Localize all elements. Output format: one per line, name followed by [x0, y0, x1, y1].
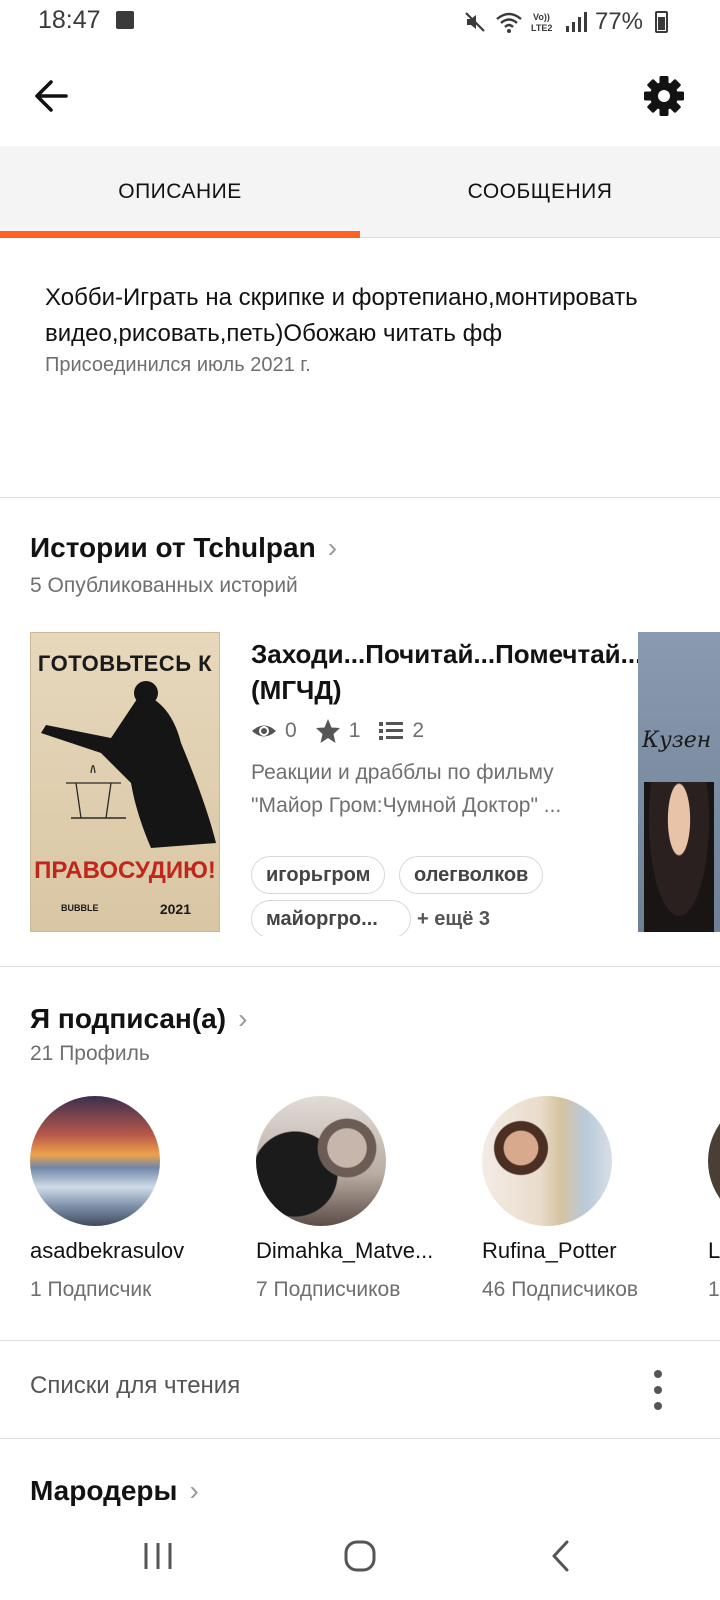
stories-count: 5 Опубликованных историй: [30, 574, 298, 597]
tag-chip[interactable]: игорьгром: [251, 856, 386, 894]
battery-level: 77%: [594, 8, 643, 35]
cover-illustration: [41, 681, 216, 848]
cover-year: 2021: [159, 901, 191, 917]
next-cover-text: Кузен: [642, 728, 712, 753]
about-text: Хобби-Играть на скрипке и фортепиано,мон…: [45, 284, 638, 347]
tab-messages-label: СООБЩЕНИЯ: [467, 180, 613, 203]
back-nav-icon: [552, 1540, 569, 1572]
next-cover-illustration: [644, 782, 714, 932]
tab-description[interactable]: ОПИСАНИЕ: [0, 146, 360, 238]
about-section: Хобби-Играть на скрипке и фортепиано,мон…: [45, 280, 645, 377]
back-nav-button[interactable]: [522, 1524, 602, 1588]
volte-icon: Vo))LTE2: [531, 12, 552, 33]
settings-button[interactable]: [636, 68, 692, 124]
signal-icon: [565, 12, 587, 32]
star-icon: [315, 719, 340, 743]
profile-name: Rufina_Potter: [482, 1238, 617, 1263]
avatar: [30, 1096, 160, 1226]
divider: [0, 497, 720, 498]
svg-text:Vo)): Vo)): [533, 12, 550, 22]
profile-name: L: [708, 1238, 720, 1263]
arrow-left-icon: [35, 80, 68, 112]
tag-chip[interactable]: майоргро...: [251, 900, 411, 936]
home-icon: [344, 1540, 376, 1572]
avatar: [708, 1096, 720, 1226]
svg-text:LTE2: LTE2: [531, 23, 552, 33]
votes-stat: 1: [315, 718, 361, 744]
kebab-dot: [654, 1402, 662, 1410]
profile-followers: 1 Подписчик: [30, 1278, 152, 1301]
profile-followers: 1: [708, 1278, 720, 1301]
cover-text-bottom: ПРАВОСУДИЮ!: [34, 857, 216, 884]
wifi-icon: [496, 12, 522, 33]
views-count: 0: [285, 719, 297, 742]
following-count: 21 Профиль: [30, 1042, 150, 1065]
tab-messages[interactable]: СООБЩЕНИЯ: [360, 146, 720, 238]
join-date: Присоединился июль 2021 г.: [45, 354, 311, 376]
chevron-right-icon: ›: [327, 532, 338, 563]
next-story-cover[interactable]: Кузен: [638, 632, 720, 932]
mute-icon: [465, 12, 485, 32]
more-options-button[interactable]: [646, 1370, 670, 1410]
more-tags-link[interactable]: + ещё 3: [417, 900, 490, 936]
reading-lists-row: Списки для чтения: [0, 1340, 720, 1438]
tab-description-label: ОПИСАНИЕ: [118, 180, 242, 203]
kebab-dot: [654, 1370, 662, 1378]
parts-stat: 2: [378, 718, 424, 744]
active-tab-indicator: [0, 231, 360, 238]
avatar: [256, 1096, 386, 1226]
profile-card[interactable]: L 1: [708, 1096, 720, 1302]
status-icons: Vo)) LTE2 77%: [463, 8, 668, 36]
profile-followers: 46 Подписчиков: [482, 1278, 639, 1301]
story-description: Реакции и драбблы по фильму "Майор Гром:…: [251, 761, 562, 817]
divider: [0, 1438, 720, 1439]
chevron-right-icon: ›: [238, 1003, 248, 1034]
profile-tabs: ОПИСАНИЕ СООБЩЕНИЯ: [0, 146, 720, 238]
story-cover[interactable]: ГОТОВЬТЕСЬ К ПРАВОСУДИЮ! BUBBLE 2021: [30, 632, 220, 932]
home-button[interactable]: [320, 1524, 400, 1588]
avatar: [482, 1096, 612, 1226]
chevron-right-icon: ›: [189, 1475, 199, 1506]
notification-check-icon: [116, 11, 134, 29]
profile-name: Dimahka_Matve...: [256, 1238, 434, 1263]
stories-title: Истории от Tchulpan: [30, 532, 316, 563]
profile-card[interactable]: Dimahka_Matve... 7 Подписчиков: [256, 1096, 456, 1302]
profile-card[interactable]: Rufina_Potter 46 Подписчиков: [482, 1096, 682, 1302]
story-title[interactable]: Заходи...Почитай...Помечтай...(МГЧД): [251, 636, 642, 708]
list-icon: [379, 722, 404, 740]
tag-chip[interactable]: олегволков: [399, 856, 544, 894]
status-bar: 18:47 Vo)) LTE2 77%: [0, 0, 720, 44]
reading-list-header[interactable]: Мародеры ›: [30, 1475, 199, 1507]
top-app-bar: [0, 50, 720, 146]
story-stats: 0 1 2: [251, 718, 434, 744]
views-stat: 0: [251, 718, 297, 744]
eye-icon: [252, 725, 276, 737]
system-nav-bar: [0, 1512, 720, 1600]
stories-header[interactable]: Истории от Tchulpan ›: [30, 532, 337, 564]
following-title: Я подписан(а): [30, 1003, 227, 1034]
recent-apps-icon: [144, 1543, 172, 1569]
cover-brand: BUBBLE: [61, 903, 99, 913]
story-tags: игорьгром олегволков майоргро... + ещё 3: [251, 856, 611, 936]
kebab-dot: [654, 1386, 662, 1394]
profile-name: asadbekrasulov: [30, 1238, 185, 1263]
battery-icon: [655, 11, 668, 33]
profile-followers: 7 Подписчиков: [256, 1278, 401, 1301]
reading-lists-label: Списки для чтения: [30, 1372, 241, 1399]
votes-count: 1: [348, 719, 361, 742]
following-header[interactable]: Я подписан(а) ›: [30, 1003, 247, 1035]
divider: [0, 966, 720, 967]
gear-icon: [644, 76, 684, 116]
reading-list-title: Мародеры: [30, 1475, 178, 1506]
status-time: 18:47: [38, 6, 101, 34]
recent-apps-button[interactable]: [118, 1524, 198, 1588]
back-button[interactable]: [26, 68, 82, 124]
profile-card[interactable]: asadbekrasulov 1 Подписчик: [30, 1096, 230, 1302]
parts-count: 2: [412, 719, 425, 742]
